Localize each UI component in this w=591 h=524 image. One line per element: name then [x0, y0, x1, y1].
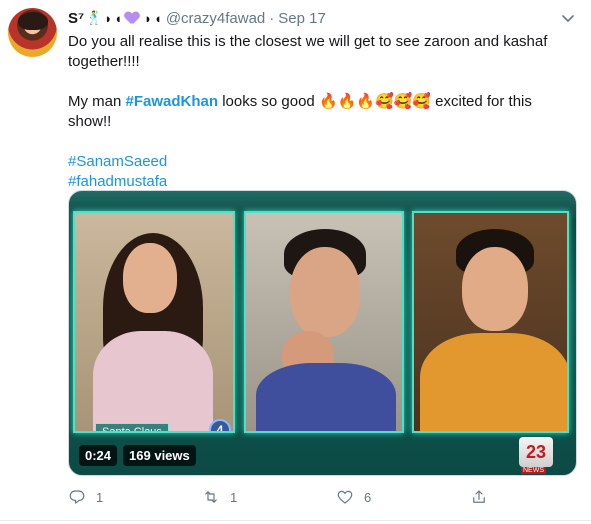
- avatar[interactable]: [8, 8, 57, 57]
- man-face-center: [290, 247, 360, 337]
- tweet-date[interactable]: Sep 17: [278, 10, 326, 27]
- chevron-down-icon: [562, 15, 574, 22]
- share-button[interactable]: [470, 486, 488, 508]
- video-views: 169 views: [123, 445, 196, 466]
- man-face-right: [462, 247, 528, 331]
- woman-face: [123, 243, 177, 313]
- video-panel-left: Santa Claus 4: [73, 211, 235, 433]
- video-panel-center: [244, 211, 404, 433]
- name-symbol-1: ◗: [104, 10, 113, 26]
- purple-heart-icon: [125, 12, 139, 25]
- lower-third-label: Santa Claus: [95, 423, 169, 431]
- bottom-divider: [0, 520, 591, 521]
- tweet-line-2-prefix: My man: [68, 93, 126, 110]
- tweet-line-2: My man #FawadKhan looks so good 🔥🔥🔥🥰🥰🥰 e…: [68, 92, 568, 132]
- like-button[interactable]: 6: [336, 486, 371, 508]
- tweet-card[interactable]: S⁷ 🕺 ◗ ◖ ◗ ◖ @crazy4fawad · Sep 17 Do yo…: [0, 0, 591, 524]
- channel-logo: 23: [519, 437, 553, 467]
- man-body-right: [420, 333, 567, 431]
- dancer-emoji: 🕺: [86, 10, 103, 25]
- hashtag-sanamsaeed[interactable]: #SanamSaeed: [68, 153, 167, 170]
- reply-count: 1: [96, 489, 104, 505]
- more-options-button[interactable]: [560, 10, 576, 26]
- share-icon: [473, 490, 485, 503]
- woman-body: [93, 331, 213, 431]
- user-handle[interactable]: @crazy4fawad: [166, 10, 265, 27]
- video-panel-right: [412, 211, 569, 433]
- channel-logo-sub: NEWS: [521, 467, 546, 474]
- video-player[interactable]: Santa Claus 4 0:24 169 views 23 NEWS: [68, 190, 577, 476]
- reply-button[interactable]: 1: [68, 486, 103, 508]
- like-icon: [337, 490, 353, 504]
- tweet-line-1: Do you all realise this is the closest w…: [68, 33, 548, 70]
- avatar-hair: [18, 12, 48, 30]
- name-symbol-3: ◗: [144, 10, 152, 26]
- retweet-count: 1: [230, 489, 238, 505]
- reply-icon: [69, 490, 85, 504]
- tweet-header: S⁷ 🕺 ◗ ◖ ◗ ◖ @crazy4fawad · Sep 17: [68, 8, 326, 28]
- display-name[interactable]: S⁷: [68, 10, 84, 27]
- like-count: 6: [364, 489, 372, 505]
- tweet-text: Do you all realise this is the closest w…: [68, 32, 568, 192]
- tweet-actions: 1 1 6: [68, 486, 508, 508]
- retweet-button[interactable]: 1: [202, 486, 237, 508]
- video-duration: 0:24: [79, 445, 118, 466]
- video-meta: 0:24 169 views: [79, 445, 196, 466]
- hashtag-fahadmustafa[interactable]: #fahadmustafa: [68, 173, 167, 190]
- retweet-icon: [205, 491, 217, 503]
- episode-badge: 4: [209, 419, 231, 431]
- name-symbol-2: ◖: [114, 10, 123, 26]
- man-body-center: [256, 363, 396, 431]
- separator-dot: ·: [269, 9, 275, 27]
- hashtag-fawadkhan[interactable]: #FawadKhan: [126, 93, 219, 110]
- name-symbol-4: ◖: [153, 10, 162, 26]
